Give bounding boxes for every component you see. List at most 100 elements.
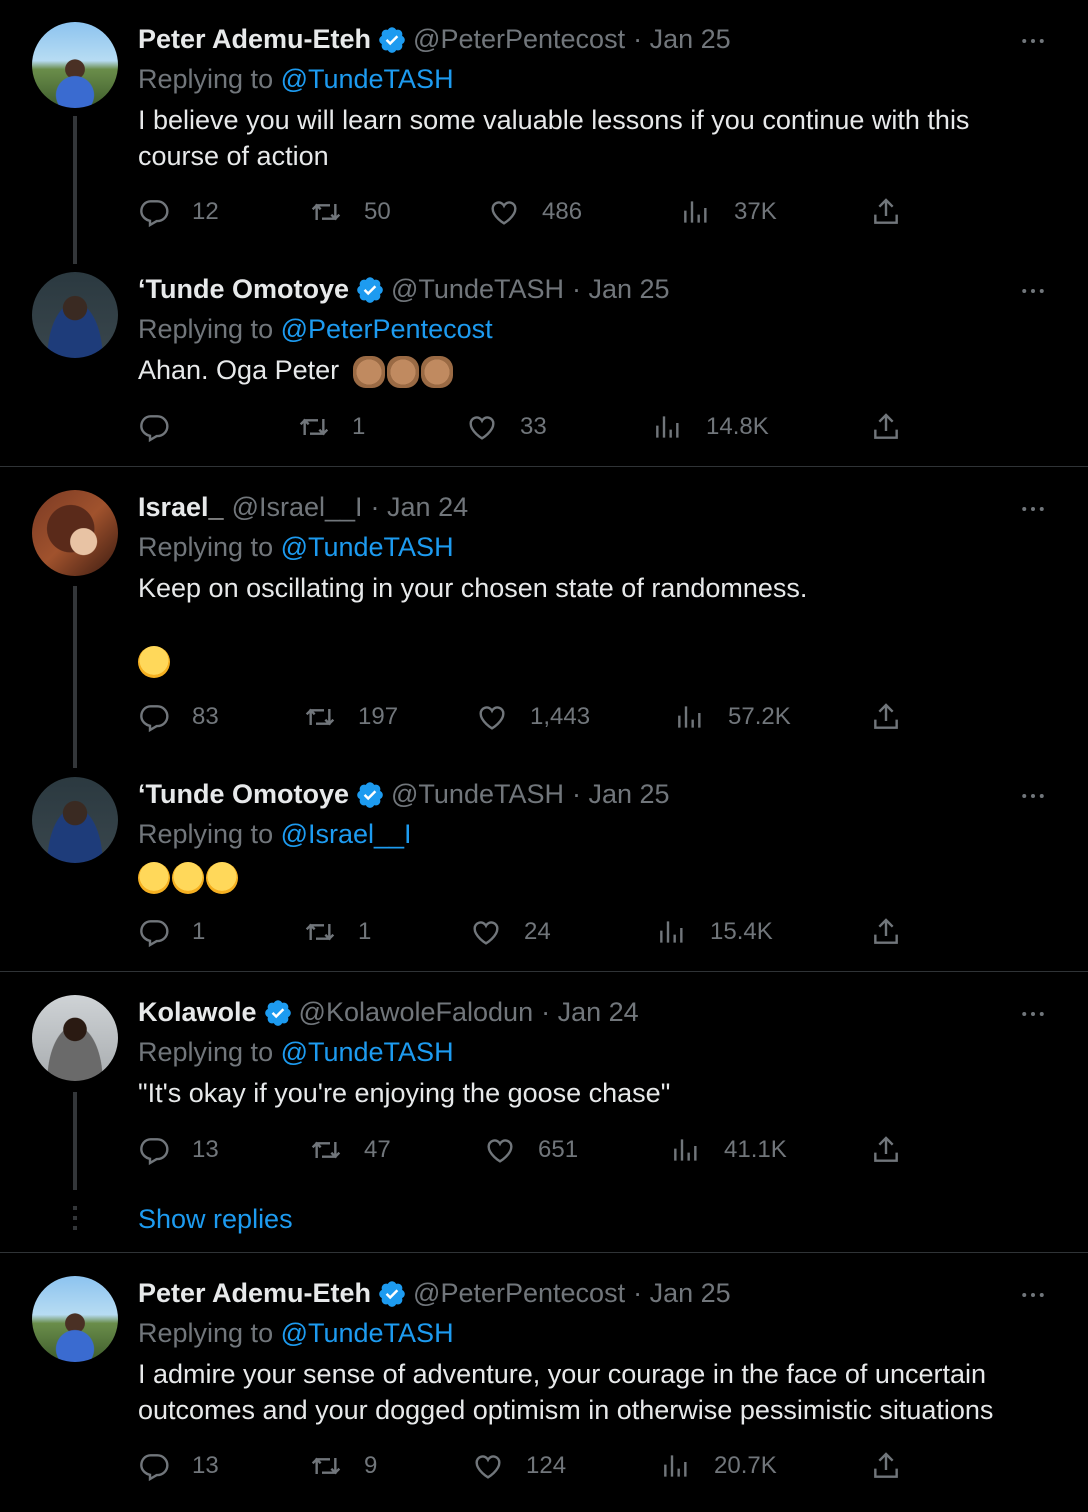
like-icon xyxy=(488,196,520,228)
views-button[interactable]: 20.7K xyxy=(660,1450,777,1482)
like-button[interactable]: 651 xyxy=(484,1134,578,1166)
avatar[interactable] xyxy=(32,1276,118,1362)
views-button[interactable]: 41.1K xyxy=(670,1134,787,1166)
retweet-count: 1 xyxy=(358,918,372,945)
share-button[interactable] xyxy=(870,1134,902,1166)
views-button[interactable]: 37K xyxy=(680,196,777,228)
reply-button[interactable]: 13 xyxy=(138,1134,219,1166)
retweet-icon xyxy=(310,1450,342,1482)
reply-button[interactable] xyxy=(138,411,192,443)
more-icon[interactable] xyxy=(1018,276,1048,306)
share-button[interactable] xyxy=(870,411,902,443)
replying-to-link[interactable]: @TundeTASH xyxy=(281,1318,454,1348)
author-name[interactable]: ‘Tunde Omotoye xyxy=(138,779,349,810)
reply-button[interactable]: 13 xyxy=(138,1450,219,1482)
like-button[interactable]: 1,443 xyxy=(476,701,590,733)
tweet-date[interactable]: · Jan 24 xyxy=(541,997,639,1028)
show-replies-link[interactable]: Show replies xyxy=(138,1204,293,1235)
tweet-text: Ahan. Oga Peter xyxy=(138,355,340,385)
author-name[interactable]: ‘Tunde Omotoye xyxy=(138,274,349,305)
tweet-date[interactable]: · Jan 25 xyxy=(572,779,670,810)
rolling-on-floor-laughing-emoji-icon xyxy=(206,861,238,894)
author-handle[interactable]: @TundeTASH xyxy=(391,274,564,305)
retweet-button[interactable]: 50 xyxy=(310,196,391,228)
tweet-header: ‘Tunde Omotoye @TundeTASH · Jan 25 xyxy=(138,779,670,810)
retweet-count: 47 xyxy=(364,1136,391,1163)
retweet-button[interactable]: 1 xyxy=(304,916,371,948)
views-count: 14.8K xyxy=(706,413,769,440)
views-button[interactable]: 57.2K xyxy=(674,701,791,733)
views-icon xyxy=(656,916,688,948)
like-button[interactable]: 486 xyxy=(488,196,582,228)
tweet-emoji-line xyxy=(138,642,1048,678)
retweet-button[interactable]: 197 xyxy=(304,701,398,733)
reply-button[interactable]: 1 xyxy=(138,916,205,948)
reply-icon xyxy=(138,196,170,228)
views-button[interactable]: 15.4K xyxy=(656,916,773,948)
retweet-count: 197 xyxy=(358,703,399,730)
author-name[interactable]: Israel_ xyxy=(138,492,224,523)
reply-button[interactable]: 12 xyxy=(138,196,219,228)
like-button[interactable]: 124 xyxy=(472,1450,566,1482)
like-button[interactable]: 24 xyxy=(470,916,551,948)
avatar[interactable] xyxy=(32,22,118,108)
replying-to-link[interactable]: @TundeTASH xyxy=(281,64,454,94)
author-name[interactable]: Peter Ademu-Eteh xyxy=(138,24,371,55)
tweet-text: I believe you will learn some valuable l… xyxy=(138,105,970,171)
reply-icon xyxy=(138,916,170,948)
rolling-on-floor-laughing-emoji-icon xyxy=(138,645,170,678)
replying-to-link[interactable]: @Israel__I xyxy=(281,819,412,849)
more-icon[interactable] xyxy=(1018,494,1048,524)
replying-to-link[interactable]: @PeterPentecost xyxy=(281,314,493,344)
thread-more-indicator xyxy=(73,1206,77,1236)
more-icon[interactable] xyxy=(1018,781,1048,811)
replying-prefix: Replying to xyxy=(138,1318,281,1348)
tweet-date[interactable]: · Jan 25 xyxy=(633,24,731,55)
tweet-date[interactable]: · Jan 25 xyxy=(633,1278,731,1309)
views-count: 41.1K xyxy=(724,1136,787,1163)
like-button[interactable]: 33 xyxy=(466,411,547,443)
replying-to-link[interactable]: @TundeTASH xyxy=(281,532,454,562)
avatar[interactable] xyxy=(32,490,118,576)
tears-of-joy-emoji-icon xyxy=(138,861,170,894)
views-count: 57.2K xyxy=(728,703,791,730)
reply-button[interactable]: 83 xyxy=(138,701,219,733)
tweet-date[interactable]: · Jan 24 xyxy=(371,492,469,523)
author-name[interactable]: Peter Ademu-Eteh xyxy=(138,1278,371,1309)
views-count: 37K xyxy=(734,198,777,225)
tweet-text: I admire your sense of adventure, your c… xyxy=(138,1356,1048,1428)
replying-prefix: Replying to xyxy=(138,532,281,562)
avatar[interactable] xyxy=(32,777,118,863)
clapping-hands-emoji-icon xyxy=(420,355,453,388)
share-button[interactable] xyxy=(870,701,902,733)
more-icon[interactable] xyxy=(1018,26,1048,56)
share-icon xyxy=(870,1450,902,1482)
author-handle[interactable]: @KolawoleFalodun xyxy=(299,997,534,1028)
author-handle[interactable]: @PeterPentecost xyxy=(413,24,625,55)
avatar[interactable] xyxy=(32,995,118,1081)
more-icon[interactable] xyxy=(1018,1280,1048,1310)
verified-badge-icon xyxy=(263,998,293,1028)
reply-count: 13 xyxy=(192,1452,219,1479)
retweet-button[interactable]: 47 xyxy=(310,1134,391,1166)
share-button[interactable] xyxy=(870,916,902,948)
author-name[interactable]: Kolawole xyxy=(138,997,257,1028)
avatar[interactable] xyxy=(32,272,118,358)
replying-to-link[interactable]: @TundeTASH xyxy=(281,1037,454,1067)
retweet-count: 50 xyxy=(364,198,391,225)
like-count: 651 xyxy=(538,1136,579,1163)
thread-connector xyxy=(73,116,77,264)
retweet-button[interactable]: 1 xyxy=(298,411,365,443)
views-button[interactable]: 14.8K xyxy=(652,411,769,443)
more-icon[interactable] xyxy=(1018,999,1048,1029)
clapping-hands-emoji-icon xyxy=(352,355,385,388)
retweet-button[interactable]: 9 xyxy=(310,1450,377,1482)
author-handle[interactable]: @PeterPentecost xyxy=(413,1278,625,1309)
author-handle[interactable]: @TundeTASH xyxy=(391,779,564,810)
reply-icon xyxy=(138,701,170,733)
tweet-date[interactable]: · Jan 25 xyxy=(572,274,670,305)
share-button[interactable] xyxy=(870,1450,902,1482)
replying-prefix: Replying to xyxy=(138,64,281,94)
author-handle[interactable]: @Israel__I xyxy=(232,492,363,523)
share-button[interactable] xyxy=(870,196,902,228)
